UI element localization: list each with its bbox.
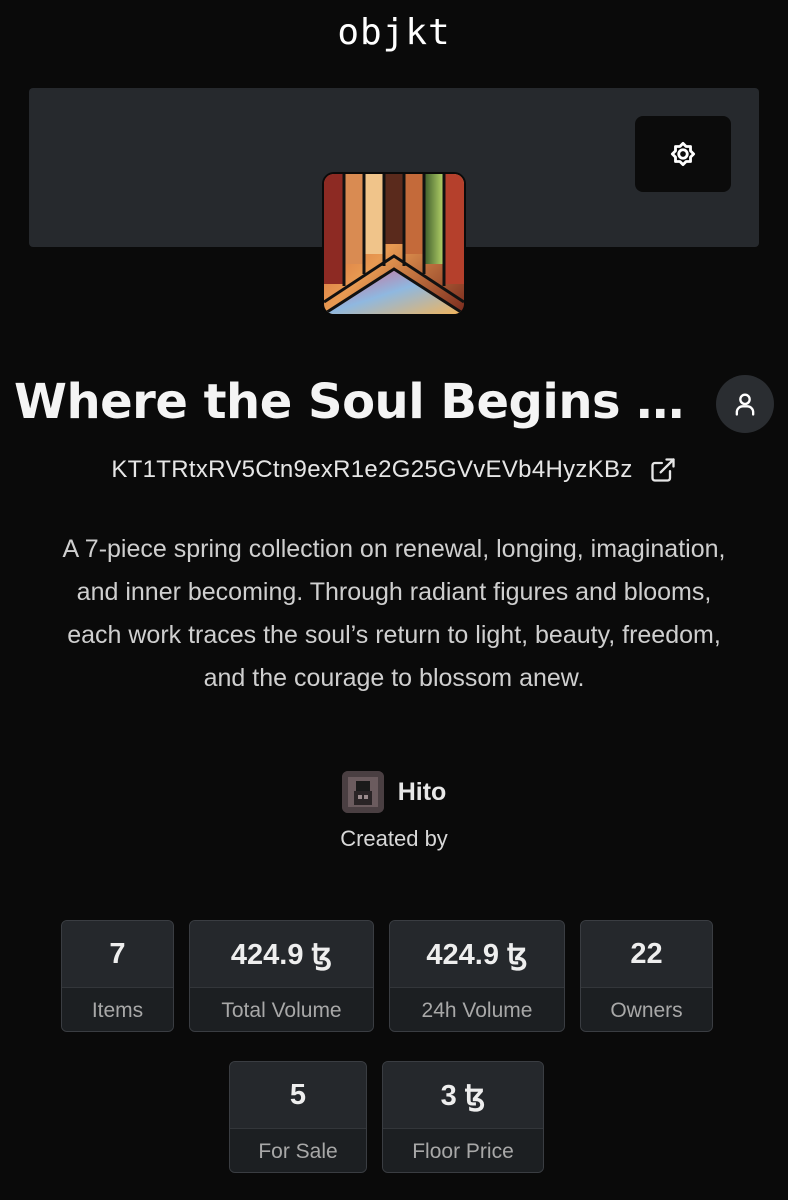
collection-title: Where the Soul Begins to… — [14, 374, 694, 430]
settings-button[interactable] — [635, 116, 731, 192]
stat-value: 424.9 ꜩ — [390, 921, 564, 987]
contract-address[interactable]: KT1TRtxRV5Ctn9exR1e2G25GVvEVb4HyzKBz — [111, 456, 632, 484]
stat-label: Total Volume — [190, 987, 373, 1031]
external-link-icon[interactable] — [649, 456, 677, 484]
stat-label: For Sale — [230, 1128, 366, 1172]
stat-items: 7 Items — [61, 920, 174, 1032]
stat-value: 3 ꜩ — [383, 1062, 543, 1128]
stat-label: Floor Price — [383, 1128, 543, 1172]
stat-label: 24h Volume — [390, 987, 564, 1031]
stat-24h-volume: 424.9 ꜩ 24h Volume — [389, 920, 565, 1032]
creator-row: Hito — [0, 771, 788, 813]
creator-avatar[interactable] — [341, 771, 384, 813]
stat-total-volume: 424.9 ꜩ Total Volume — [189, 920, 374, 1032]
stat-value: 5 — [230, 1062, 366, 1128]
collection-description: A 7-piece spring collection on renewal, … — [62, 535, 726, 692]
stat-value: 7 — [62, 921, 173, 987]
created-by-label: Created by — [340, 826, 448, 851]
contract-address-row: KT1TRtxRV5Ctn9exR1e2G25GVvEVb4HyzKBz — [0, 456, 788, 484]
stat-owners: 22 Owners — [580, 920, 713, 1032]
objkt-logo[interactable]: objkt — [0, 12, 788, 53]
stat-label: Owners — [581, 987, 712, 1031]
collection-image — [322, 172, 466, 316]
user-icon — [735, 393, 755, 416]
stat-value: 22 — [581, 921, 712, 987]
collection-page: objkt Where the Soul Begins to… KT1TRtxR… — [0, 0, 788, 1200]
profile-button[interactable] — [716, 375, 774, 433]
creator-name[interactable]: Hito — [398, 778, 447, 807]
stat-floor-price: 3 ꜩ Floor Price — [382, 1061, 544, 1173]
stat-label: Items — [62, 987, 173, 1031]
stat-value: 424.9 ꜩ — [190, 921, 373, 987]
stat-for-sale: 5 For Sale — [229, 1061, 367, 1173]
gear-icon — [670, 141, 696, 167]
